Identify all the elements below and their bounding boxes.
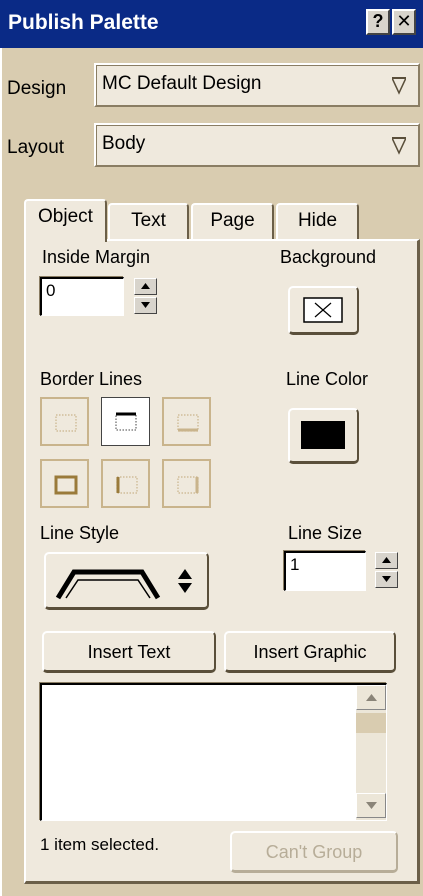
layout-label: Layout — [7, 137, 65, 158]
line-style-label: Line Style — [40, 523, 120, 543]
list-scrollbar[interactable] — [356, 685, 386, 820]
no-fill-x-icon — [303, 297, 343, 323]
arrow-up-icon — [141, 283, 150, 289]
arrow-down-icon — [141, 302, 150, 308]
line-style-icon — [55, 569, 161, 600]
line-style-button[interactable] — [44, 552, 209, 610]
border-right-icon — [177, 476, 199, 494]
tab-object[interactable]: Object — [24, 199, 107, 242]
group-button[interactable]: Can't Group — [230, 831, 398, 873]
border-sides-icon — [116, 476, 138, 494]
layout-value: Body — [102, 133, 146, 154]
border-sides-button[interactable] — [101, 459, 150, 508]
line-size-label: Line Size — [288, 523, 363, 543]
object-panel: Inside Margin 0 Background Border Lines — [24, 239, 420, 884]
border-right-button[interactable] — [162, 459, 211, 508]
line-size-field[interactable]: 1 — [284, 551, 366, 591]
chevron-down-icon — [392, 77, 406, 95]
arrow-down-icon — [366, 802, 377, 809]
inside-margin-up-button[interactable] — [134, 278, 157, 295]
scroll-thumb[interactable] — [356, 713, 386, 733]
line-size-down-button[interactable] — [375, 571, 398, 588]
border-bottom-button[interactable] — [162, 397, 211, 446]
inside-margin-down-button[interactable] — [134, 297, 157, 314]
background-label: Background — [280, 247, 377, 267]
border-bottom-icon — [177, 414, 199, 432]
window-title: Publish Palette — [8, 11, 159, 34]
border-left-icon — [55, 414, 77, 432]
insert-graphic-button[interactable]: Insert Graphic — [224, 631, 396, 673]
design-select[interactable]: MC Default Design — [94, 63, 420, 107]
border-left-button[interactable] — [40, 397, 89, 446]
arrow-up-icon — [382, 557, 391, 563]
insert-text-button[interactable]: Insert Text — [42, 631, 216, 673]
arrow-down-icon — [382, 576, 391, 582]
design-value: MC Default Design — [102, 73, 262, 94]
border-top-icon — [115, 412, 137, 431]
title-bar: Publish Palette ? ✕ — [0, 0, 423, 48]
arrow-up-icon — [366, 694, 377, 701]
tab-page[interactable]: Page — [191, 203, 274, 239]
tab-hide[interactable]: Hide — [276, 203, 359, 239]
border-lines-label: Border Lines — [40, 369, 143, 389]
line-size-up-button[interactable] — [375, 552, 398, 569]
design-label: Design — [7, 78, 67, 99]
background-button[interactable] — [288, 286, 359, 335]
close-button[interactable]: ✕ — [392, 9, 416, 35]
inside-margin-field[interactable]: 0 — [40, 277, 124, 316]
border-top-button[interactable] — [101, 397, 150, 446]
help-button[interactable]: ? — [366, 9, 390, 35]
tab-text[interactable]: Text — [108, 203, 189, 239]
inside-margin-label: Inside Margin — [42, 247, 151, 267]
scroll-down-button[interactable] — [356, 793, 386, 818]
updown-arrows-icon — [178, 569, 192, 593]
line-color-label: Line Color — [286, 369, 369, 389]
line-color-swatch — [301, 421, 345, 449]
line-color-button[interactable] — [288, 408, 359, 464]
object-list[interactable] — [40, 683, 387, 821]
chevron-down-icon — [392, 137, 406, 155]
scroll-up-button[interactable] — [356, 685, 386, 710]
layout-select[interactable]: Body — [94, 123, 420, 167]
status-text: 1 item selected. — [40, 835, 160, 854]
border-box-button[interactable] — [40, 459, 89, 508]
border-box-icon — [54, 475, 78, 495]
